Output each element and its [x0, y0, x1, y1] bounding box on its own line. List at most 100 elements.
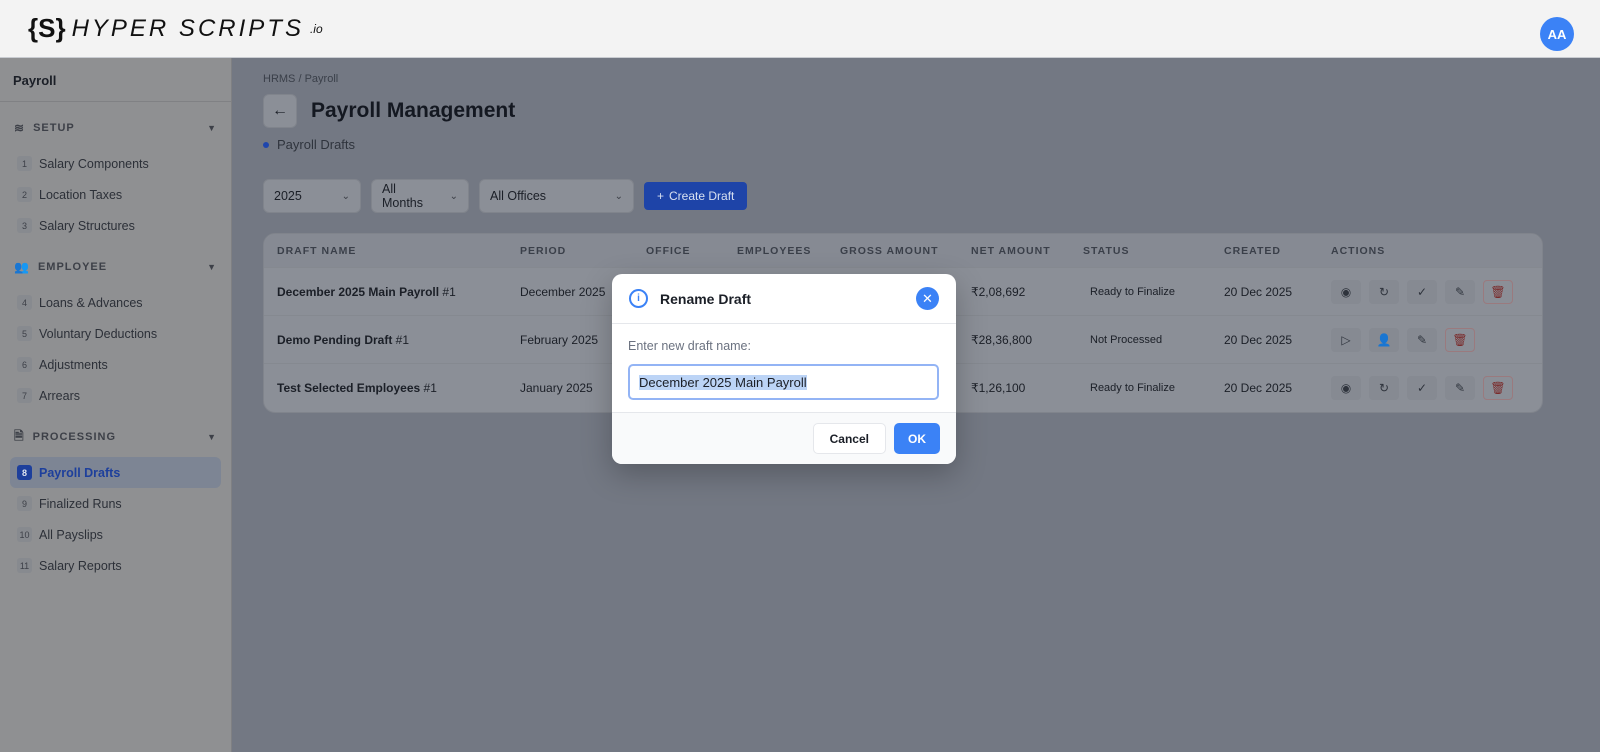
- view-button[interactable]: ◉: [1331, 279, 1361, 304]
- month-value: All Months: [382, 182, 423, 210]
- office-value: All Offices: [490, 189, 547, 203]
- edit-button[interactable]: ✎: [1407, 327, 1437, 352]
- section-setup[interactable]: ≋ SETUP ▼: [0, 108, 231, 148]
- table-header: DRAFT NAME PERIOD OFFICE EMPLOYEES GROSS AMO…: [264, 234, 1542, 268]
- created-date: 20 Dec 2025: [1224, 381, 1293, 395]
- cancel-button[interactable]: Cancel: [812, 423, 886, 454]
- sidebar-item-label: Payroll Drafts: [39, 465, 121, 480]
- trash-icon: 🗑: [1490, 381, 1506, 395]
- item-number: 3: [17, 218, 32, 233]
- page-title: Payroll Management: [311, 99, 516, 122]
- check-icon: ✓: [1416, 284, 1428, 299]
- avatar[interactable]: AA: [1540, 17, 1574, 51]
- check-icon: ✓: [1416, 381, 1428, 395]
- recalculate-button[interactable]: ↻: [1369, 279, 1399, 304]
- year-select[interactable]: 2025 ⌄: [263, 179, 361, 213]
- sidebar-item[interactable]: 10 All Payslips: [10, 519, 221, 550]
- edit-button[interactable]: ✎: [1445, 376, 1475, 400]
- draft-name-text: December 2025 Main Payroll: [277, 284, 440, 299]
- caret-down-icon: ▼: [207, 262, 217, 272]
- office-select[interactable]: All Offices ⌄: [479, 179, 634, 213]
- draft-name: December 2025 Main Payroll #1: [264, 285, 507, 299]
- sidebar-item[interactable]: 4 Loans & Advances: [10, 287, 221, 318]
- net-amount: ₹28,36,800: [971, 332, 1033, 347]
- draft-name-value: December 2025 Main Payroll: [639, 374, 807, 390]
- year-value: 2025: [274, 189, 302, 203]
- ok-button[interactable]: OK: [894, 423, 940, 454]
- sidebar-item[interactable]: 2 Location Taxes: [10, 179, 221, 210]
- item-number: 9: [17, 496, 32, 511]
- sidebar-item-label: Loans & Advances: [39, 295, 143, 310]
- sidebar-item[interactable]: 3 Salary Structures: [10, 210, 221, 241]
- created-date: 20 Dec 2025: [1224, 284, 1293, 299]
- sidebar-item-label: Salary Components: [39, 156, 149, 171]
- draft-number: #1: [420, 381, 437, 395]
- logo: {S} HYPER SCRIPTS .io: [28, 13, 323, 44]
- month-select[interactable]: All Months ⌄: [371, 179, 469, 213]
- create-draft-label: Create Draft: [669, 189, 735, 203]
- sidebar-item[interactable]: 6 Adjustments: [10, 349, 221, 380]
- sidebar-item[interactable]: 1 Salary Components: [10, 148, 221, 179]
- delete-button[interactable]: 🗑: [1483, 279, 1513, 304]
- column-header: PERIOD: [520, 244, 567, 257]
- edit-icon: ✎: [1454, 284, 1466, 299]
- sidebar-title: Payroll: [0, 58, 231, 102]
- close-icon: ✕: [922, 290, 933, 306]
- refresh-icon: ↻: [1378, 284, 1390, 299]
- create-draft-button[interactable]: + Create Draft: [644, 182, 748, 210]
- sidebar-item[interactable]: 5 Voluntary Deductions: [10, 318, 221, 349]
- column-header: DRAFT NAME: [277, 244, 357, 257]
- section-processing[interactable]: 🗎 PROCESSING ▼: [0, 417, 231, 457]
- layers-icon: ≋: [14, 121, 26, 135]
- status-badge: Ready to Finalize: [1090, 382, 1175, 394]
- net-amount: ₹2,08,692: [971, 284, 1026, 299]
- finalize-button[interactable]: ✓: [1407, 376, 1437, 400]
- item-number: 4: [17, 295, 32, 310]
- column-header: OFFICE: [646, 244, 691, 257]
- logo-text: HYPER SCRIPTS: [71, 14, 304, 42]
- rename-draft-dialog: i Rename Draft ✕ Enter new draft name: Dec…: [612, 274, 956, 464]
- column-header: CREATED: [1224, 244, 1281, 257]
- edit-button[interactable]: ✎: [1445, 279, 1475, 304]
- sidebar-item[interactable]: 8 Payroll Drafts: [10, 457, 221, 488]
- item-number: 8: [17, 465, 32, 480]
- draft-number: #1: [392, 332, 410, 347]
- sidebar-item-label: Finalized Runs: [39, 496, 122, 511]
- sidebar-item-label: Location Taxes: [39, 187, 123, 202]
- view-button[interactable]: ◉: [1331, 376, 1361, 400]
- sidebar-item[interactable]: 11 Salary Reports: [10, 550, 221, 581]
- dialog-title: Rename Draft: [660, 290, 752, 307]
- chevron-down-icon: ⌄: [614, 190, 623, 202]
- back-button[interactable]: ←: [263, 94, 297, 128]
- column-header: STATUS: [1083, 244, 1130, 257]
- section-employee[interactable]: 👥 EMPLOYEE ▼: [0, 247, 231, 287]
- refresh-icon: ↻: [1378, 381, 1390, 395]
- draft-number: #1: [439, 284, 456, 299]
- eye-icon: ◉: [1340, 284, 1352, 299]
- sidebar-item-label: All Payslips: [39, 527, 103, 542]
- close-button[interactable]: ✕: [916, 287, 939, 310]
- edit-icon: ✎: [1454, 381, 1466, 395]
- user-check-icon: 👤: [1376, 332, 1392, 347]
- status-badge: Not Processed: [1090, 333, 1163, 346]
- trash-icon: 🗑: [1490, 284, 1506, 299]
- finalize-button[interactable]: ✓: [1407, 279, 1437, 304]
- delete-button[interactable]: 🗑: [1483, 376, 1513, 400]
- sidebar-item[interactable]: 9 Finalized Runs: [10, 488, 221, 519]
- item-number: 10: [17, 527, 32, 542]
- recalculate-button[interactable]: ↻: [1369, 376, 1399, 400]
- draft-name: Test Selected Employees #1: [264, 381, 507, 395]
- breadcrumb: HRMS / Payroll: [263, 73, 1570, 85]
- breadcrumb-hrms[interactable]: HRMS: [263, 73, 295, 85]
- select-employees-button[interactable]: 👤: [1369, 327, 1399, 352]
- delete-button[interactable]: 🗑: [1445, 327, 1475, 352]
- arrow-left-icon: ←: [272, 102, 288, 119]
- draft-name-input[interactable]: December 2025 Main Payroll: [628, 364, 939, 400]
- draft-name-label: Enter new draft name:: [628, 339, 751, 353]
- logo-suffix: .io: [309, 21, 323, 36]
- sidebar-item[interactable]: 7 Arrears: [10, 380, 221, 411]
- process-button[interactable]: ▷: [1331, 327, 1361, 352]
- chevron-down-icon: ⌄: [341, 190, 350, 202]
- column-header: ACTIONS: [1331, 244, 1386, 257]
- column-header: GROSS AMOUNT: [840, 244, 939, 257]
